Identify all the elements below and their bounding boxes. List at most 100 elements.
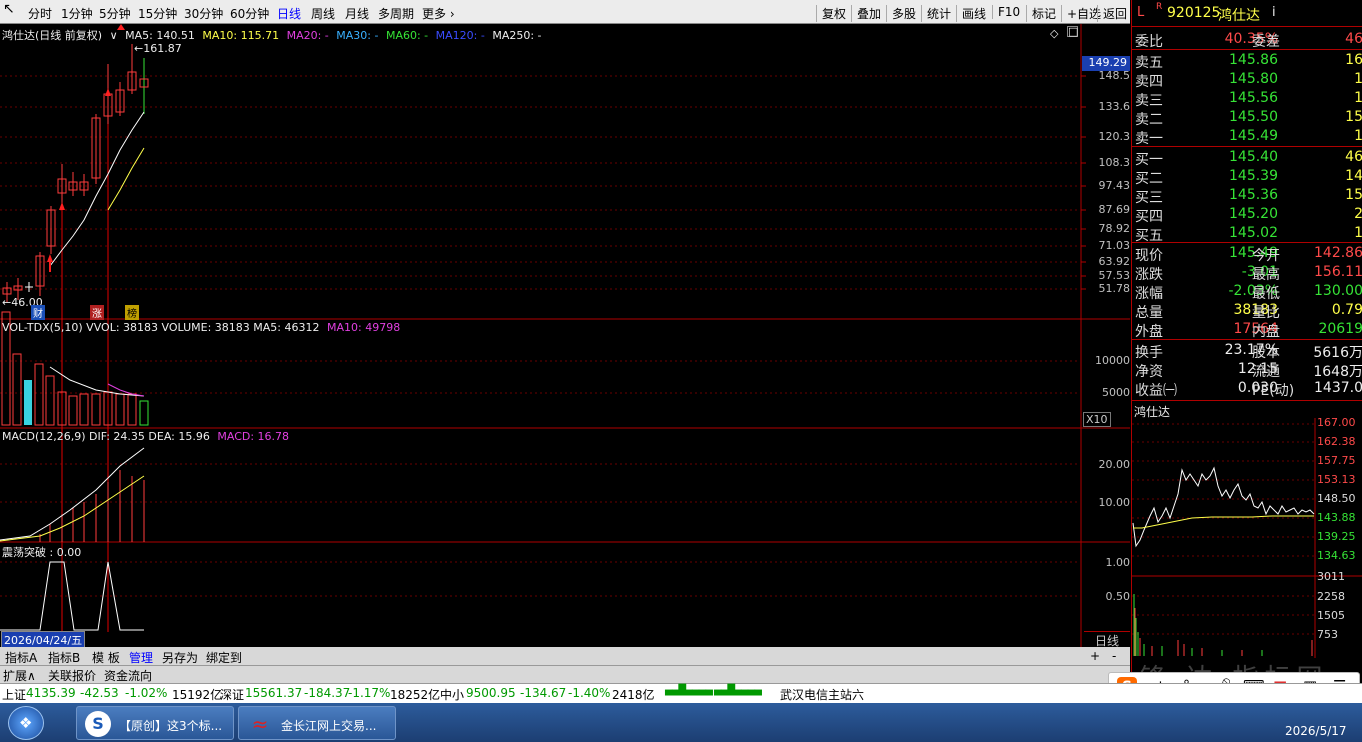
mini-vol-axis-label: 3011 — [1317, 570, 1345, 583]
stat-label: 涨跌 — [1135, 267, 1163, 283]
volume-values: VOL-TDX(5,10) VVOL: 38183 VOLUME: 38183 … — [2, 321, 320, 334]
stat-label: 最低 — [1252, 286, 1280, 302]
period-toolbar: ↖ 分时 1分钟 5分钟 15分钟 30分钟 60分钟 日线 周线 月线 多周期… — [0, 0, 1130, 24]
period-tab-multi[interactable]: 多周期 — [378, 5, 414, 22]
ask-row[interactable]: 卖四 145.80 1 — [1132, 71, 1362, 90]
start-button[interactable]: ❖ — [8, 706, 44, 740]
volume-axis-label: 5000 — [1102, 386, 1130, 399]
weibi-row: 委比 40.35% 委差 46 — [1135, 31, 1362, 50]
period-tab-60min[interactable]: 60分钟 — [230, 5, 269, 22]
ask-row[interactable]: 卖一 145.49 1 — [1132, 128, 1362, 147]
ask-row[interactable]: 卖二 145.50 15 — [1132, 109, 1362, 128]
period-tab-15min[interactable]: 15分钟 — [138, 5, 177, 22]
osc-axis-label: 0.50 — [1105, 590, 1131, 603]
ask-row[interactable]: 卖五 145.86 16 — [1132, 52, 1362, 71]
tool-back[interactable]: 返回 — [1097, 5, 1127, 22]
ask-label: 卖二 — [1135, 112, 1163, 128]
ask-volume: 15 — [1345, 109, 1362, 125]
sogou-browser-icon: S — [85, 711, 111, 737]
tool-draw-line[interactable]: 画线 — [956, 5, 986, 22]
macd-axis-label: 10.00 — [1098, 496, 1131, 509]
bid-volume: 15 — [1345, 187, 1362, 203]
bid-row[interactable]: 买二 145.39 14 — [1132, 168, 1362, 187]
period-tab-30min[interactable]: 30分钟 — [184, 5, 223, 22]
period-tab-more[interactable]: 更多 › — [422, 5, 455, 22]
finance-label: 股本 — [1252, 345, 1280, 361]
finance-label: 换手 — [1135, 345, 1163, 361]
price-axis-label: 51.78 — [1098, 282, 1131, 295]
stat-row: 外盘 17564 内盘 20619 — [1132, 321, 1362, 340]
mini-axis-label: 153.13 — [1317, 473, 1356, 486]
marker-finance[interactable]: 财 — [31, 305, 45, 320]
tab-related-quote[interactable]: 关联报价 — [48, 667, 96, 684]
finance-label: PE(动) — [1252, 383, 1295, 399]
finance-value: 5616万 — [1313, 345, 1362, 361]
tab-manage[interactable]: 管理 — [129, 649, 153, 666]
bid-label: 买二 — [1135, 171, 1163, 187]
bid-price: 145.39 — [1229, 168, 1278, 184]
finance-label: 收益㈠ — [1135, 383, 1177, 399]
finance-row: 收益㈠ 0.030 PE(动) 1437.0 — [1132, 380, 1362, 399]
taskbar-window-sogou[interactable]: S 【原创】这3个标... — [76, 706, 234, 740]
plus-icon[interactable]: + — [1090, 649, 1100, 663]
sh-amount: 15192亿 — [172, 688, 223, 702]
stat-row: 涨跌 -3.01 最高 156.11 — [1132, 264, 1362, 283]
tool-multi-stock[interactable]: 多股 — [886, 5, 916, 22]
period-tab-daily[interactable]: 日线 — [277, 5, 301, 22]
bid-volume: 46 — [1345, 149, 1362, 165]
period-tab-monthly[interactable]: 月线 — [345, 5, 369, 22]
tool-fuquan[interactable]: 复权 — [816, 5, 846, 22]
period-tab-1min[interactable]: 1分钟 — [61, 5, 93, 22]
ask-volume: 1 — [1354, 90, 1362, 106]
ask-volume: 16 — [1345, 52, 1362, 68]
tab-expand[interactable]: 扩展∧ — [3, 667, 36, 684]
bid-row[interactable]: 买三 145.36 15 — [1132, 187, 1362, 206]
tab-fund-flow[interactable]: 资金流向 — [104, 667, 152, 684]
zx-change: -134.67 — [520, 686, 567, 700]
period-tab-fenshi[interactable]: 分时 — [28, 5, 52, 22]
tab-indicator-b[interactable]: 指标B — [48, 649, 80, 666]
tool-overlay[interactable]: 叠加 — [851, 5, 881, 22]
price-axis-label: 87.69 — [1098, 203, 1131, 216]
marker-limit-up[interactable]: 涨 — [90, 305, 104, 320]
bid-row[interactable]: 买四 145.20 2 — [1132, 206, 1362, 225]
chart-area[interactable]: 鸿仕达(日线 前复权) ∨ MA5: 140.51 MA10: 115.71 M… — [0, 24, 1131, 649]
ask-row[interactable]: 卖三 145.56 1 — [1132, 90, 1362, 109]
price-axis-label: 108.3 — [1098, 156, 1131, 169]
windows-taskbar: ❖ S 【原创】这3个标... ≈ 金长江网上交易... 2026/5/17 — [0, 703, 1362, 742]
tool-f10[interactable]: F10 — [992, 5, 1020, 19]
minus-icon[interactable]: - — [1112, 649, 1116, 663]
quote-panel: L R 920125 鸿仕达 i 委比 40.35% 委差 46 卖五 145.86 1… — [1131, 0, 1362, 682]
sz-percent: -1.17% — [348, 686, 391, 700]
bid-row[interactable]: 买一 145.40 46 — [1132, 149, 1362, 168]
taskbar-window-trading[interactable]: ≈ 金长江网上交易... — [238, 706, 396, 740]
sh-index: 4135.39 — [26, 686, 76, 700]
high-price-label: ←161.87 — [134, 42, 182, 55]
ask-price: 145.49 — [1229, 128, 1278, 144]
period-tab-weekly[interactable]: 周线 — [311, 5, 335, 22]
mini-vol-axis-label: 2258 — [1317, 590, 1345, 603]
stat-value: 156.11 — [1314, 264, 1362, 280]
ask-label: 卖一 — [1135, 131, 1163, 147]
tab-indicator-a[interactable]: 指标A — [5, 649, 37, 666]
server-name[interactable]: 武汉电信主站六 — [780, 686, 864, 703]
period-tab-5min[interactable]: 5分钟 — [99, 5, 131, 22]
mini-axis-label: 148.50 — [1317, 492, 1356, 505]
info-icon[interactable]: i — [1272, 5, 1276, 20]
level-badge: L — [1137, 5, 1145, 20]
bid-label: 买一 — [1135, 152, 1163, 168]
stat-value: 130.00 — [1314, 283, 1362, 299]
tab-template[interactable]: 模 板 — [92, 649, 120, 666]
clock-date[interactable]: 2026/5/17 — [1285, 724, 1347, 738]
tool-statistics[interactable]: 统计 — [921, 5, 951, 22]
tool-mark[interactable]: 标记 — [1026, 5, 1056, 22]
finance-label: 流通 — [1252, 364, 1280, 380]
tab-save-as[interactable]: 另存为 — [162, 649, 198, 666]
marker-list[interactable]: 榜 — [125, 305, 139, 320]
macd-axis-label: 20.00 — [1098, 458, 1131, 471]
volume-unit: X10 — [1083, 412, 1111, 427]
ask-price: 145.56 — [1229, 90, 1278, 106]
tool-add-watchlist[interactable]: +自选 — [1061, 5, 1101, 22]
tab-bind-to[interactable]: 绑定到 — [206, 649, 242, 666]
stat-label: 外盘 — [1135, 324, 1163, 340]
